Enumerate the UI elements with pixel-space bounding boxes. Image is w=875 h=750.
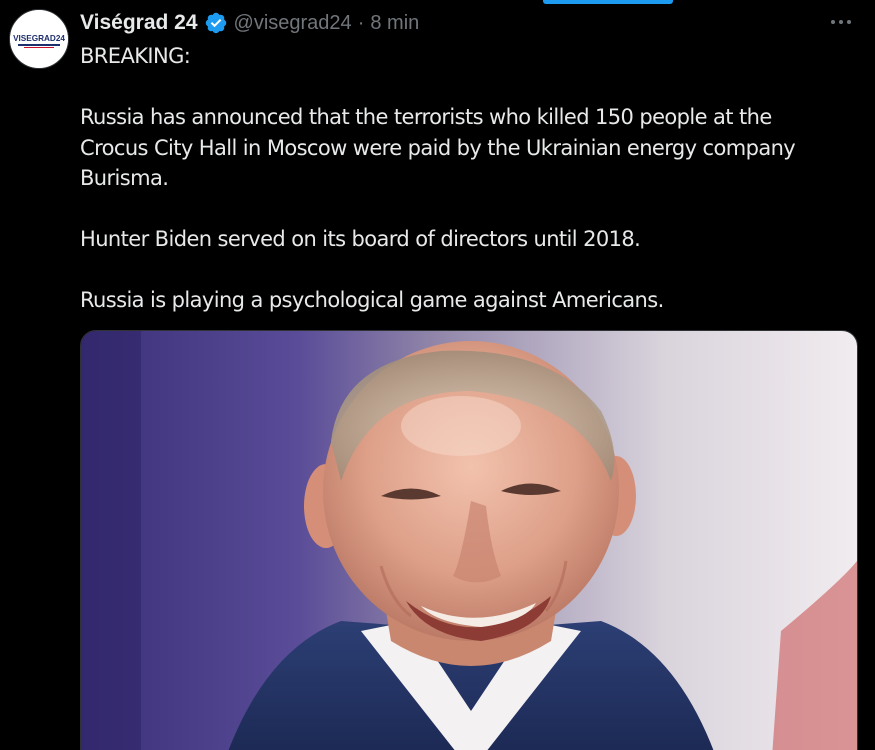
- photo-image: [81, 331, 857, 750]
- user-handle[interactable]: @visegrad24: [234, 12, 352, 35]
- separator-dot: ·: [357, 11, 365, 34]
- more-horizontal-icon: [831, 20, 851, 24]
- more-options-button[interactable]: [826, 10, 856, 34]
- tweet-line-announcement: Russia has announced that the terrorists…: [80, 105, 796, 190]
- display-name[interactable]: Viségrad 24: [80, 11, 198, 35]
- tweet-photo[interactable]: [80, 330, 858, 750]
- tweet-card[interactable]: VISEGRAD24 Viségrad 24 @visegrad24 · 8 m…: [0, 0, 875, 750]
- active-tab-indicator: [543, 0, 673, 4]
- tweet-line-hunter-biden: Hunter Biden served on its board of dire…: [80, 227, 641, 251]
- verified-badge-icon[interactable]: [204, 11, 228, 35]
- tweet-line-psychological: Russia is playing a psychological game a…: [80, 288, 664, 312]
- visegrad-logo-icon: VISEGRAD24: [10, 10, 68, 68]
- tweet-body: BREAKING: Russia has announced that the …: [80, 41, 840, 316]
- timestamp[interactable]: 8 min: [370, 12, 419, 35]
- tweet-header: Viségrad 24 @visegrad24 · 8 min: [80, 8, 419, 38]
- avatar[interactable]: VISEGRAD24: [9, 9, 69, 69]
- avatar-logo-text: VISEGRAD24: [13, 34, 65, 43]
- tweet-line-breaking: BREAKING:: [80, 44, 191, 68]
